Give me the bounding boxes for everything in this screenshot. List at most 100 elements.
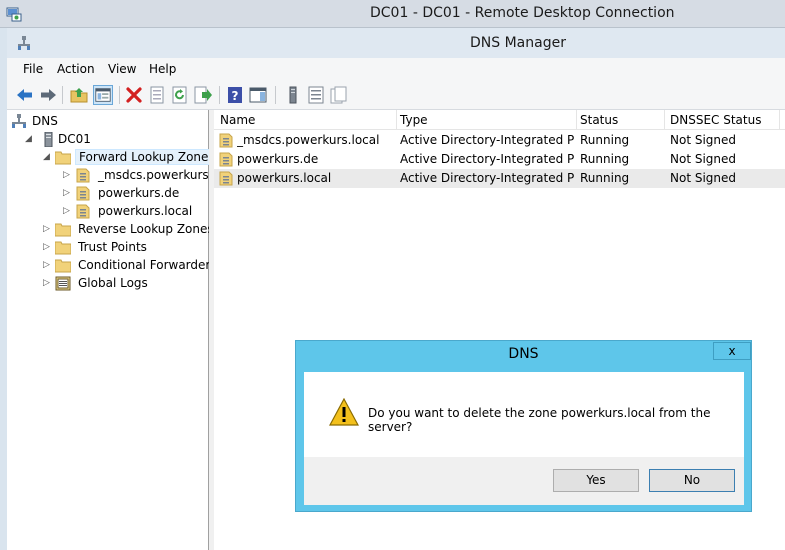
tree-node-server[interactable]: ◢ DC01 [25, 131, 205, 149]
menu-file[interactable]: File [23, 62, 43, 76]
cell-name: powerkurs.de [237, 152, 319, 166]
column-header-type[interactable]: Type [400, 113, 428, 127]
tree-label-zone: powerkurs.de [98, 186, 180, 200]
expanded-arrow-icon[interactable]: ◢ [43, 152, 50, 162]
collapsed-arrow-icon[interactable]: ▷ [63, 206, 70, 216]
folder-icon [55, 241, 71, 255]
show-hide-action-pane-icon[interactable] [248, 85, 268, 105]
cell-dnssec: Not Signed [670, 171, 737, 185]
tree-node-trust-points[interactable]: ▷ Trust Points [43, 239, 209, 257]
window-title-bar: DNS Manager [7, 28, 785, 58]
column-divider[interactable] [664, 110, 665, 130]
menu-bar: File Action View Help [7, 58, 785, 80]
tree-node-zone[interactable]: ▷ powerkurs.local [63, 203, 209, 221]
tree-node-global-logs[interactable]: ▷ Global Logs [43, 275, 209, 293]
tree-node-zone[interactable]: ▷ _msdcs.powerkurs.local [63, 167, 209, 185]
zone-icon [76, 168, 90, 183]
table-row[interactable]: _msdcs.powerkurs.local Active Directory-… [214, 131, 785, 150]
table-row-selected[interactable]: powerkurs.local Active Directory-Integra… [214, 169, 785, 188]
collapsed-arrow-icon[interactable]: ▷ [43, 242, 50, 252]
tree-node-conditional-forwarders[interactable]: ▷ Conditional Forwarders [43, 257, 217, 275]
column-divider[interactable] [576, 110, 577, 130]
collapsed-arrow-icon[interactable]: ▷ [63, 170, 70, 180]
dialog-body: Do you want to delete the zone powerkurs… [304, 372, 744, 457]
tree-node-zone[interactable]: ▷ powerkurs.de [63, 185, 209, 203]
warning-icon [329, 398, 359, 426]
tree-label-trust-points: Trust Points [78, 240, 147, 254]
dialog-message: Do you want to delete the zone powerkurs… [368, 406, 711, 434]
table-row[interactable]: powerkurs.de Active Directory-Integrated… [214, 150, 785, 169]
menu-action[interactable]: Action [57, 62, 95, 76]
window-title: DNS Manager [470, 35, 566, 51]
dialog-button-bar: Yes No [304, 457, 744, 505]
log-icon [55, 276, 71, 291]
folder-icon [55, 151, 71, 165]
no-button[interactable]: No [649, 469, 735, 492]
zone-icon [76, 186, 90, 201]
tree-label-reverse-lookup-zones: Reverse Lookup Zones [78, 222, 214, 236]
cell-status: Running [580, 133, 630, 147]
cell-dnssec: Not Signed [670, 133, 737, 147]
toolbar: ? [7, 80, 785, 110]
tree-label-forward-lookup-zones: Forward Lookup Zones [75, 149, 219, 165]
folder-icon [55, 259, 71, 273]
column-header-name[interactable]: Name [220, 113, 255, 127]
collapsed-arrow-icon[interactable]: ▷ [43, 260, 50, 270]
dialog-close-button[interactable]: x [713, 342, 751, 360]
help-icon[interactable]: ? [225, 85, 245, 105]
collapsed-arrow-icon[interactable]: ▷ [63, 188, 70, 198]
column-header-dnssec[interactable]: DNSSEC Status [670, 113, 761, 127]
cell-type: Active Directory-Integrated Pr... [400, 133, 575, 147]
remote-desktop-icon[interactable] [6, 6, 22, 22]
toolbar-separator [219, 86, 220, 104]
delete-icon[interactable] [124, 85, 144, 105]
menu-view[interactable]: View [108, 62, 136, 76]
toolbar-separator [62, 86, 63, 104]
rdc-title-bar: DC01 - DC01 - Remote Desktop Connection [0, 0, 785, 28]
forward-icon[interactable] [38, 85, 58, 105]
tree-node-reverse-lookup-zones[interactable]: ▷ Reverse Lookup Zones [43, 221, 214, 239]
column-header-status[interactable]: Status [580, 113, 618, 127]
back-icon[interactable] [15, 85, 35, 105]
tree-label-server: DC01 [58, 132, 91, 146]
expanded-arrow-icon[interactable]: ◢ [25, 134, 32, 144]
toolbar-separator [119, 86, 120, 104]
zone-icon [76, 204, 90, 219]
tree-node-dns[interactable]: DNS [11, 113, 201, 131]
cell-type: Active Directory-Integrated Pr... [400, 152, 575, 166]
cell-status: Running [580, 171, 630, 185]
dns-manager-icon [18, 36, 30, 50]
delete-zone-dialog: DNS x Do you want to delete the zone pow… [295, 340, 752, 512]
dns-icon [12, 114, 26, 128]
cell-dnssec: Not Signed [670, 152, 737, 166]
zone-list-icon[interactable] [306, 85, 326, 105]
export-list-icon[interactable] [193, 85, 213, 105]
rdc-title: DC01 - DC01 - Remote Desktop Connection [370, 5, 675, 21]
dialog-title: DNS [508, 346, 539, 362]
yes-button[interactable]: Yes [553, 469, 639, 492]
up-folder-icon[interactable] [69, 85, 89, 105]
close-icon: x [728, 344, 736, 358]
svg-text:?: ? [232, 89, 239, 103]
properties-icon[interactable] [147, 85, 167, 105]
column-divider[interactable] [396, 110, 397, 130]
tree-node-forward-lookup-zones[interactable]: ◢ Forward Lookup Zones [43, 149, 219, 167]
cell-status: Running [580, 152, 630, 166]
show-hide-tree-icon[interactable] [93, 85, 113, 105]
folder-icon [55, 223, 71, 237]
collapsed-arrow-icon[interactable]: ▷ [43, 224, 50, 234]
cell-name: powerkurs.local [237, 171, 332, 185]
tree-label-conditional-forwarders: Conditional Forwarders [78, 258, 217, 272]
toolbar-separator [275, 86, 276, 104]
refresh-icon[interactable] [170, 85, 190, 105]
records-icon[interactable] [329, 85, 349, 105]
tree-label-zone: _msdcs.powerkurs.local [98, 168, 209, 182]
console-tree: DNS ◢ DC01 ◢ Forward Lookup Zones ▷ _msd… [7, 110, 219, 550]
column-divider[interactable] [779, 110, 780, 130]
cell-name: _msdcs.powerkurs.local [237, 133, 380, 147]
zone-icon [219, 152, 233, 167]
server-icon[interactable] [283, 85, 303, 105]
collapsed-arrow-icon[interactable]: ▷ [43, 278, 50, 288]
menu-help[interactable]: Help [149, 62, 176, 76]
zone-icon [219, 133, 233, 148]
